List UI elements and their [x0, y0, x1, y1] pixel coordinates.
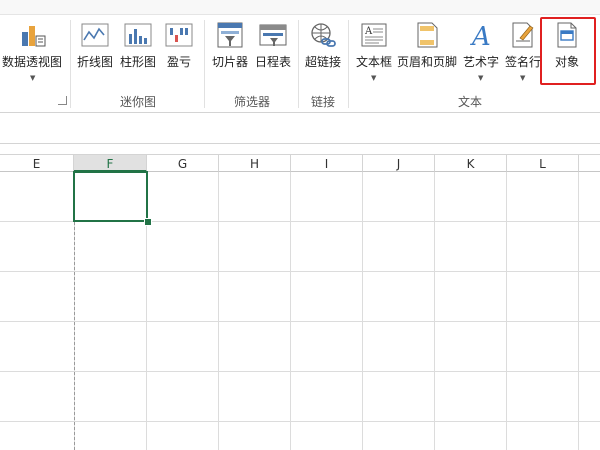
- signature-line-icon: [512, 22, 534, 48]
- header-footer-button[interactable]: 页眉和页脚: [396, 20, 458, 70]
- line-sparkline-icon: [81, 23, 109, 47]
- grid-line: [218, 172, 219, 450]
- group-separator: [70, 20, 71, 108]
- pivot-chart-icon: [22, 26, 46, 47]
- sparkline-winloss-button[interactable]: 盈亏: [162, 20, 196, 70]
- slicer-icon: [217, 22, 243, 48]
- slicer-button[interactable]: 切片器: [210, 20, 250, 70]
- header-footer-icon: [417, 22, 438, 48]
- group-separator: [348, 20, 349, 108]
- signature-line-label: 签名行: [504, 55, 541, 69]
- sparkline-line-label: 折线图: [76, 55, 113, 69]
- grid-line: [0, 271, 600, 272]
- column-header-m[interactable]: [579, 154, 600, 172]
- textbox-icon: A: [361, 23, 387, 47]
- grid-line: [0, 371, 600, 372]
- pivot-chart-label: 数据透视图: [1, 55, 62, 69]
- column-header-g[interactable]: G: [147, 154, 219, 172]
- grid-line: [578, 172, 579, 450]
- object-highlight-box: [540, 17, 596, 85]
- column-header-f[interactable]: F: [74, 154, 147, 172]
- group-label-links: 链接: [310, 95, 335, 109]
- dialog-launcher-icon[interactable]: [58, 96, 67, 105]
- chevron-down-icon: ▼: [478, 74, 484, 82]
- active-cell-f[interactable]: [73, 171, 148, 222]
- column-header-j[interactable]: J: [363, 154, 435, 172]
- pivot-chart-button[interactable]: 数据透视图 ▼: [0, 20, 64, 82]
- sparkline-column-button[interactable]: 柱形图: [118, 20, 158, 70]
- svg-text:A: A: [470, 22, 491, 50]
- formula-bar-area[interactable]: [0, 113, 600, 144]
- timeline-button[interactable]: 日程表: [252, 20, 294, 70]
- column-header-h[interactable]: H: [219, 154, 291, 172]
- hyperlink-label: 超链接: [304, 55, 341, 69]
- ribbon-top-strip: [0, 0, 600, 15]
- sparkline-column-label: 柱形图: [119, 55, 156, 69]
- chevron-down-icon: ▼: [30, 74, 36, 82]
- fill-handle[interactable]: [144, 218, 152, 226]
- timeline-label: 日程表: [254, 55, 291, 69]
- group-label-filters: 筛选器: [233, 95, 270, 109]
- textbox-button[interactable]: A 文本框 ▼: [352, 20, 396, 82]
- grid-line: [0, 421, 600, 422]
- hyperlink-icon: [311, 23, 336, 47]
- wordart-button[interactable]: A 艺术字 ▼: [460, 20, 502, 82]
- timeline-icon: [259, 24, 287, 46]
- group-label-text: 文本: [457, 95, 482, 109]
- column-header-l[interactable]: L: [507, 154, 579, 172]
- sparkline-line-button[interactable]: 折线图: [76, 20, 114, 70]
- grid-line: [290, 172, 291, 450]
- ribbon: 数据透视图 ▼ 折线图 柱形图 盈亏 迷你图 切片器 日程表 筛选器 超链接 链…: [0, 0, 600, 113]
- wordart-label: 艺术字: [462, 55, 499, 69]
- group-separator: [298, 20, 299, 108]
- column-header-e[interactable]: E: [0, 154, 74, 172]
- grid-line: [506, 172, 507, 450]
- grid-line: [362, 172, 363, 450]
- hyperlink-button[interactable]: 超链接: [302, 20, 344, 70]
- group-separator: [204, 20, 205, 108]
- column-header-i[interactable]: I: [291, 154, 363, 172]
- column-sparkline-icon: [124, 23, 152, 47]
- textbox-label: 文本框: [355, 55, 392, 69]
- header-footer-label: 页眉和页脚: [396, 55, 457, 69]
- page-break-line: [74, 222, 75, 450]
- grid-line: [0, 321, 600, 322]
- chevron-down-icon: ▼: [371, 74, 377, 82]
- wordart-icon: A: [470, 22, 491, 50]
- group-label-sparklines: 迷你图: [119, 95, 156, 109]
- column-header-k[interactable]: K: [435, 154, 507, 172]
- winloss-sparkline-icon: [165, 23, 193, 47]
- sparkline-winloss-label: 盈亏: [166, 55, 191, 69]
- svg-text:A: A: [364, 26, 373, 37]
- slicer-label: 切片器: [211, 55, 248, 69]
- signature-line-button[interactable]: 签名行 ▼: [504, 20, 542, 82]
- grid-line: [434, 172, 435, 450]
- chevron-down-icon: ▼: [520, 74, 526, 82]
